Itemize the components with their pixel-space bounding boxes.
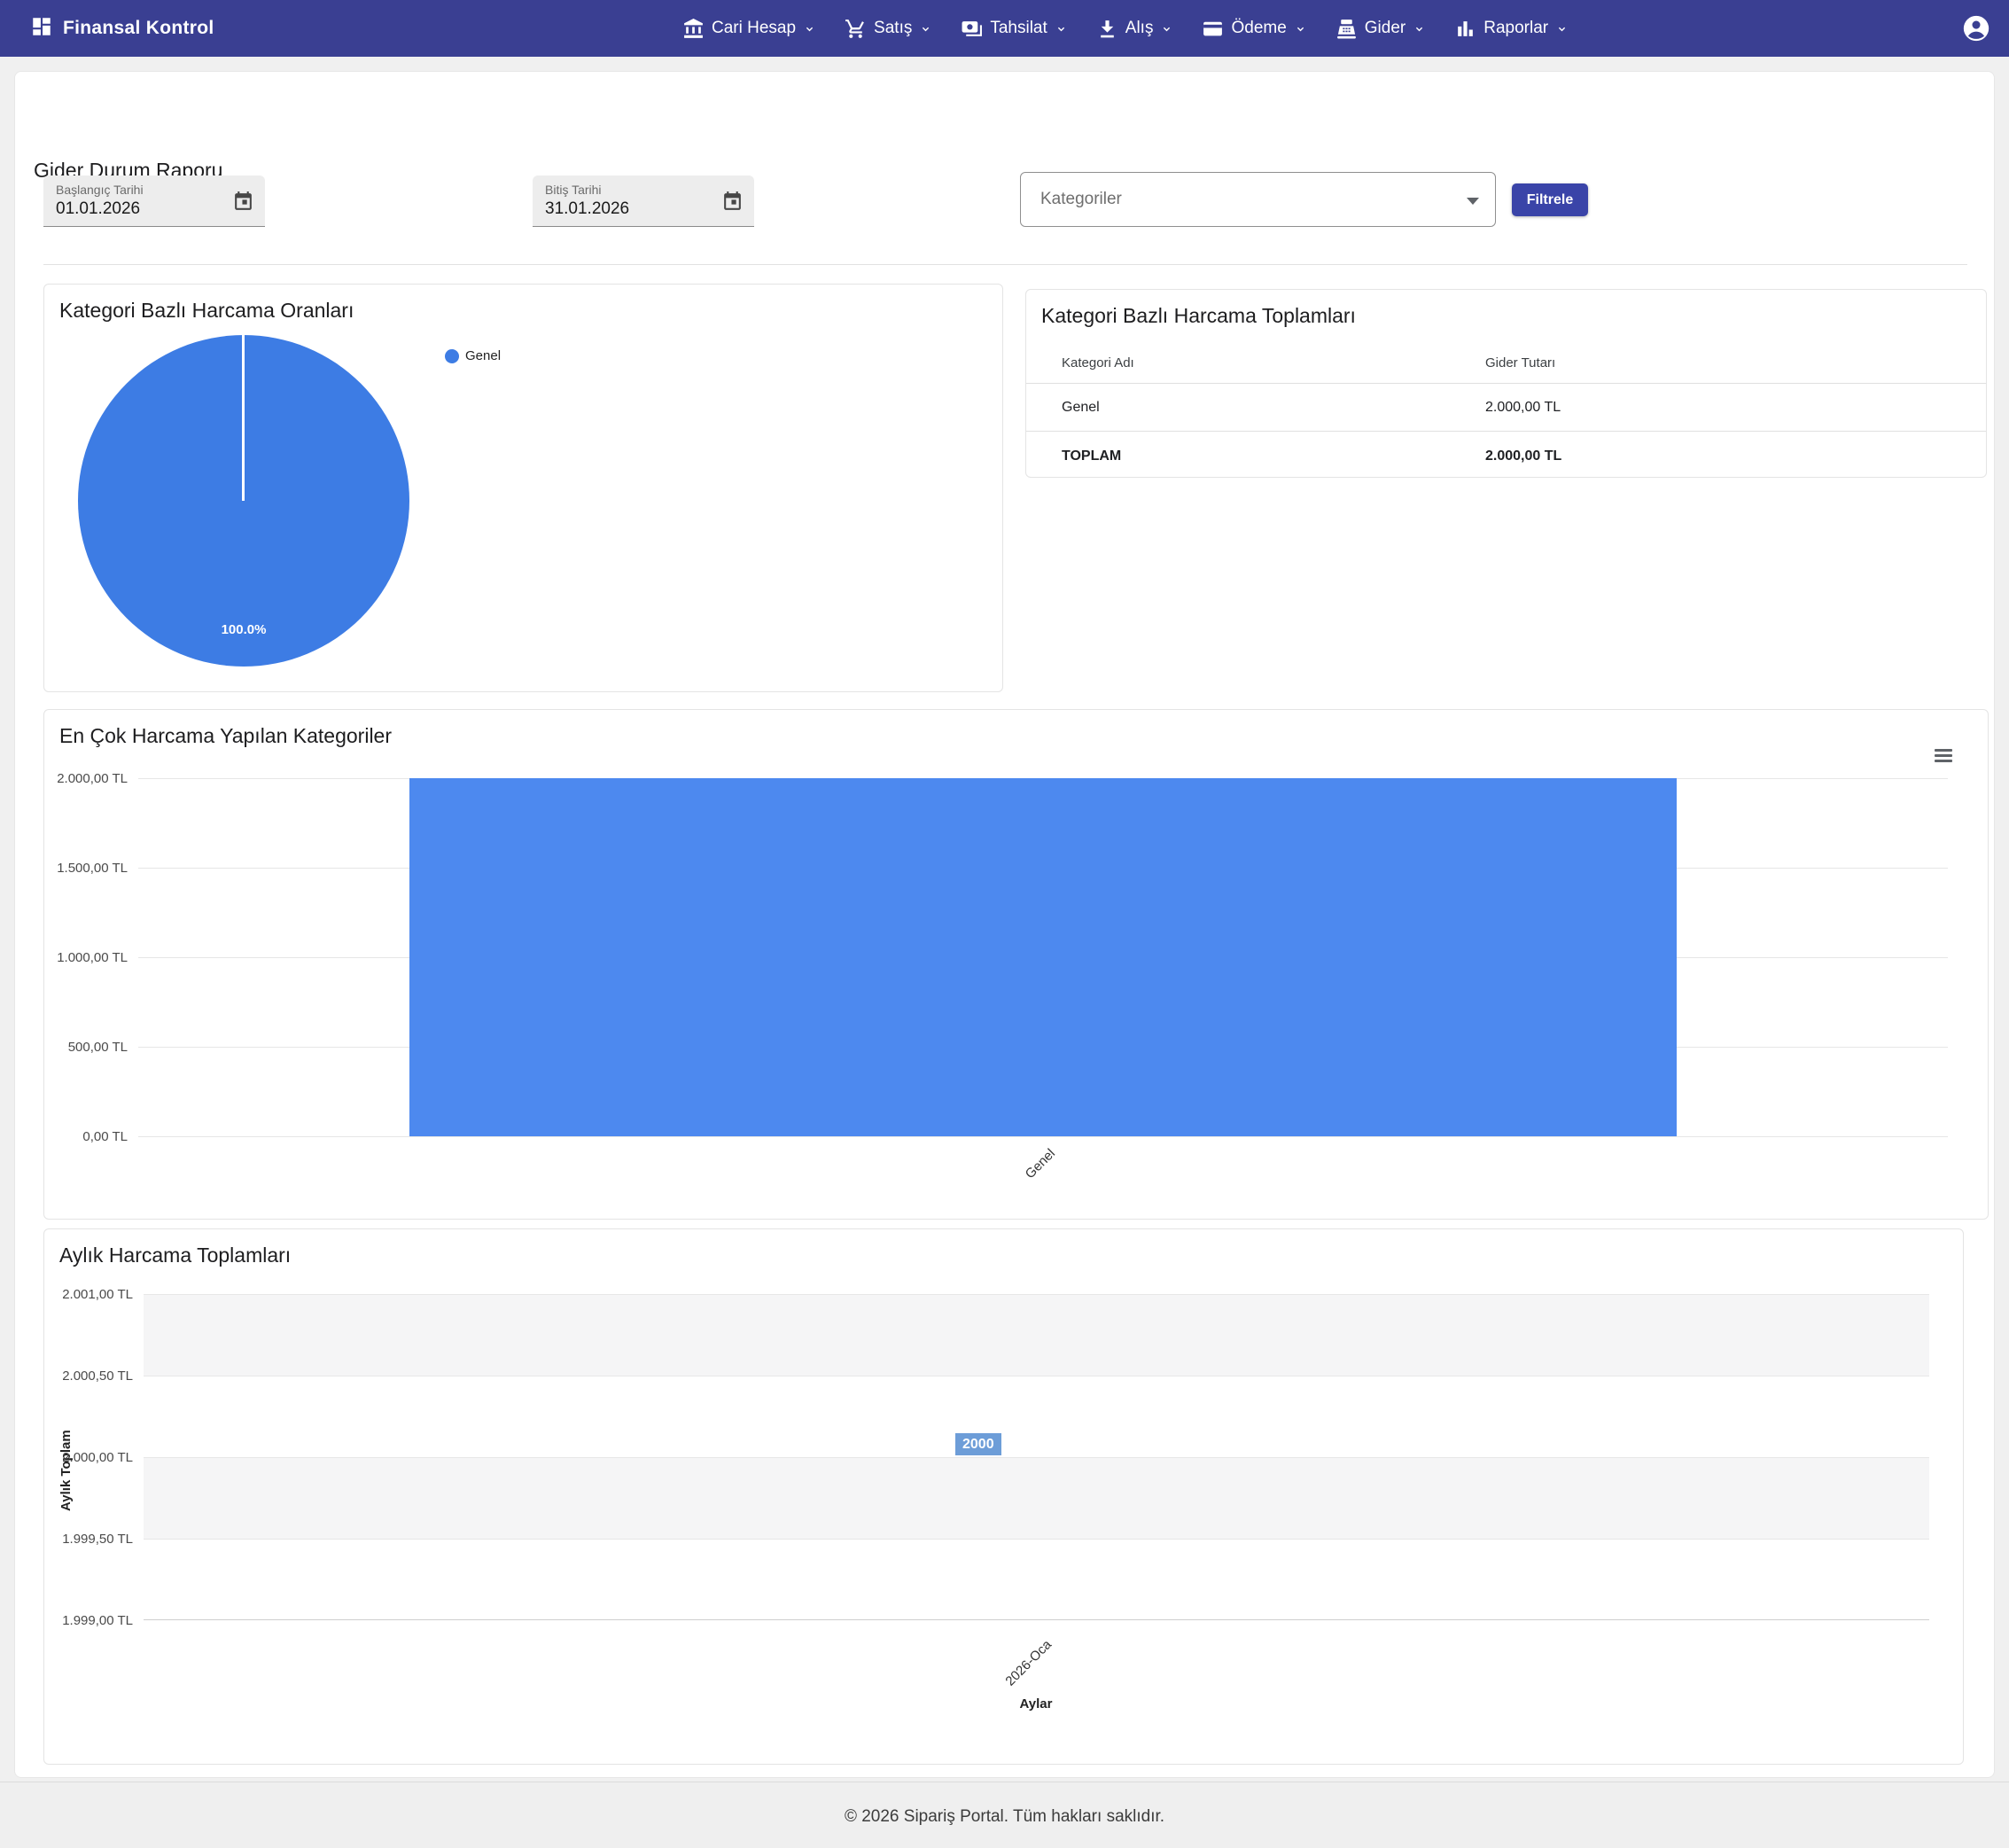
calendar-icon[interactable] — [232, 191, 254, 213]
column-header: Gider Tutarı — [1485, 355, 1986, 370]
bank-icon — [682, 18, 705, 40]
nav-item-label: Alış — [1125, 19, 1154, 38]
y-axis-tick: 1.000,00 TL — [44, 950, 128, 965]
footer-text: © 2026 Sipariş Portal. Tüm hakları saklı… — [0, 1807, 2009, 1827]
download-icon — [1096, 18, 1118, 40]
start-date-field[interactable]: Başlangıç Tarihi 01.01.2026 — [43, 175, 265, 227]
nav-item-label: Ödeme — [1231, 19, 1286, 38]
nav-menu: Cari Hesap Satış Tahsilat Alış Ödeme Gid… — [682, 0, 1569, 57]
nav-item-gider[interactable]: Gider — [1335, 18, 1426, 40]
nav-item-raporlar[interactable]: Raporlar — [1454, 18, 1569, 40]
chevron-down-icon — [1555, 22, 1569, 35]
pie-chart-card: Kategori Bazlı Harcama Oranları 100.0% G… — [43, 284, 1003, 692]
table-row: Genel 2.000,00 TL — [1026, 384, 1986, 432]
chevron-down-icon — [1413, 22, 1426, 35]
footer: © 2026 Sipariş Portal. Tüm hakları saklı… — [0, 1782, 2009, 1848]
main-content: Gider Durum Raporu Başlangıç Tarihi 01.0… — [14, 71, 1995, 1778]
table-total-value: 2.000,00 TL — [1485, 448, 1986, 464]
calendar-icon[interactable] — [721, 191, 744, 213]
table-cell: 2.000,00 TL — [1485, 400, 1986, 416]
gridline — [144, 1457, 1929, 1458]
pos-icon — [1335, 18, 1358, 40]
section-divider — [43, 264, 1967, 265]
chevron-down-icon — [1055, 22, 1068, 35]
line-chart-title: Aylık Harcama Toplamları — [59, 1244, 291, 1267]
nav-item-label: Raporlar — [1483, 19, 1548, 38]
y-axis-tick: 2.000,00 TL — [44, 1450, 133, 1465]
bar-genel[interactable] — [409, 778, 1677, 1136]
pie-chart-title: Kategori Bazlı Harcama Oranları — [59, 299, 354, 323]
x-axis-line — [144, 1619, 1929, 1620]
plot-band — [144, 1457, 1929, 1539]
pie-legend: Genel — [445, 348, 501, 363]
chart-menu-icon[interactable] — [1935, 749, 1952, 762]
top-nav-bar: Finansal Kontrol Cari Hesap Satış Tahsil… — [0, 0, 2009, 57]
account-circle-icon[interactable] — [1961, 13, 1991, 43]
bar-chart-card: En Çok Harcama Yapılan Kategoriler 2.000… — [43, 709, 1989, 1220]
y-axis-tick: 2.000,00 TL — [44, 771, 128, 786]
bar-chart-icon — [1454, 18, 1476, 40]
nav-item-tahsilat[interactable]: Tahsilat — [961, 18, 1067, 40]
filter-button[interactable]: Filtrele — [1512, 183, 1588, 216]
nav-item-satis[interactable]: Satış — [845, 18, 932, 40]
y-axis-tick: 1.500,00 TL — [44, 861, 128, 876]
gridline — [144, 1539, 1929, 1540]
y-axis-tick: 1.999,50 TL — [44, 1532, 133, 1547]
categories-select[interactable]: Kategoriler — [1020, 172, 1496, 227]
brand: Finansal Kontrol — [30, 0, 214, 57]
chevron-down-icon — [803, 22, 816, 35]
data-point-label[interactable]: 2000 — [955, 1433, 1001, 1455]
dashboard-icon — [30, 15, 53, 43]
gridline — [144, 1294, 1929, 1295]
y-axis-tick: 0,00 TL — [44, 1129, 128, 1144]
x-axis-tick: Genel — [985, 1146, 1058, 1220]
payments-icon — [961, 18, 983, 40]
category-totals-table: Kategori Adı Gider Tutarı Genel 2.000,00… — [1026, 343, 1986, 481]
brand-title: Finansal Kontrol — [63, 18, 214, 39]
end-date-value: 31.01.2026 — [545, 199, 742, 219]
gridline — [138, 1136, 1948, 1137]
category-totals-card: Kategori Bazlı Harcama Toplamları Katego… — [1025, 289, 1987, 478]
y-axis-tick: 1.999,00 TL — [44, 1613, 133, 1628]
nav-item-label: Gider — [1365, 19, 1406, 38]
table-total-row: TOPLAM 2.000,00 TL — [1026, 432, 1986, 481]
nav-item-label: Satış — [874, 19, 912, 38]
nav-item-label: Cari Hesap — [712, 19, 796, 38]
category-totals-title: Kategori Bazlı Harcama Toplamları — [1041, 304, 1356, 328]
credit-card-icon — [1202, 18, 1224, 40]
pie-slice-label: 100.0% — [199, 622, 288, 637]
dropdown-arrow-icon — [1467, 198, 1479, 205]
bar-chart-title: En Çok Harcama Yapılan Kategoriler — [59, 724, 392, 748]
y-axis-tick: 2.001,00 TL — [44, 1287, 133, 1302]
start-date-label: Başlangıç Tarihi — [56, 183, 253, 197]
column-header: Kategori Adı — [1026, 355, 1485, 370]
y-axis-title: Aylık Toplam — [58, 1430, 74, 1511]
legend-label: Genel — [465, 348, 501, 363]
table-cell: Genel — [1026, 400, 1485, 416]
plot-band — [144, 1294, 1929, 1376]
nav-item-label: Tahsilat — [990, 19, 1047, 38]
cart-icon — [845, 18, 867, 40]
pie-slice-border — [242, 335, 245, 501]
nav-item-alis[interactable]: Alış — [1096, 18, 1174, 40]
chevron-down-icon — [919, 22, 932, 35]
chevron-down-icon — [1294, 22, 1307, 35]
y-axis-tick: 2.000,50 TL — [44, 1368, 133, 1384]
categories-placeholder: Kategoriler — [1040, 190, 1122, 209]
table-header-row: Kategori Adı Gider Tutarı — [1026, 343, 1986, 384]
nav-item-cari-hesap[interactable]: Cari Hesap — [682, 18, 816, 40]
chevron-down-icon — [1160, 22, 1173, 35]
nav-item-odeme[interactable]: Ödeme — [1202, 18, 1306, 40]
table-total-label: TOPLAM — [1026, 448, 1485, 464]
end-date-field[interactable]: Bitiş Tarihi 31.01.2026 — [533, 175, 754, 227]
x-axis-title: Aylar — [947, 1696, 1125, 1712]
line-chart-card: Aylık Harcama Toplamları Aylık Toplam 20… — [43, 1228, 1964, 1765]
legend-dot — [445, 349, 459, 363]
end-date-label: Bitiş Tarihi — [545, 183, 742, 197]
start-date-value: 01.01.2026 — [56, 199, 253, 219]
line-chart-plot: 2000 — [144, 1294, 1929, 1620]
y-axis-tick: 500,00 TL — [44, 1040, 128, 1055]
